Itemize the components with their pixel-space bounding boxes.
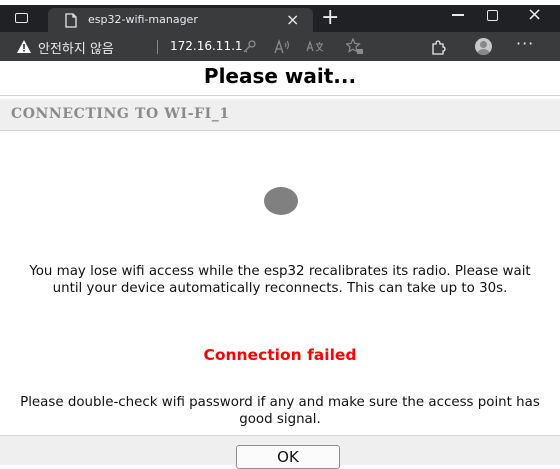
connection-failed-message: Connection failed <box>203 346 357 364</box>
check-message: Please double-check wifi password if any… <box>20 395 540 427</box>
tab-switcher-icon[interactable] <box>15 13 28 23</box>
translate-icon[interactable] <box>306 40 324 53</box>
tab-title: esp32-wifi-manager <box>88 13 198 26</box>
section-title: CONNECTING TO WI-FI_1 <box>11 106 230 122</box>
tab-bar: esp32-wifi-manager × + × <box>0 4 560 32</box>
section-bar: CONNECTING TO WI-FI_1 <box>0 99 560 131</box>
more-icon[interactable]: ··· <box>516 35 534 53</box>
wait-message: You may lose wifi access while the esp32… <box>29 264 531 296</box>
security-label[interactable]: 안전하지 않음 <box>38 38 114 57</box>
loading-spinner <box>264 187 298 215</box>
browser-chrome: esp32-wifi-manager × + × 안전하지 않음 172.16.… <box>0 4 560 61</box>
url-text[interactable]: 172.16.11.1 <box>170 39 243 53</box>
address-separator <box>157 40 158 54</box>
page-header: Please wait... <box>0 61 560 96</box>
page-title: Please wait... <box>203 64 357 88</box>
browser-tab[interactable]: esp32-wifi-manager × <box>48 8 313 32</box>
warning-icon[interactable] <box>16 39 32 54</box>
extensions-icon[interactable] <box>430 39 446 55</box>
key-icon[interactable] <box>242 40 256 54</box>
page-icon <box>65 13 77 28</box>
page-content: Please wait... CONNECTING TO WI-FI_1 You… <box>0 61 560 469</box>
favorite-icon[interactable] <box>346 38 364 55</box>
maximize-icon[interactable] <box>487 10 498 21</box>
profile-avatar[interactable] <box>475 38 492 55</box>
window-close-icon[interactable]: × <box>527 4 542 26</box>
footer-bar: OK <box>0 435 560 469</box>
address-bar[interactable]: 안전하지 않음 172.16.11.1 ··· <box>0 32 560 61</box>
new-tab-button[interactable]: + <box>321 5 339 31</box>
tab-close-icon[interactable]: × <box>286 9 299 31</box>
read-aloud-icon[interactable] <box>274 39 292 54</box>
minimize-icon[interactable] <box>452 14 464 16</box>
ok-button[interactable]: OK <box>236 445 340 469</box>
